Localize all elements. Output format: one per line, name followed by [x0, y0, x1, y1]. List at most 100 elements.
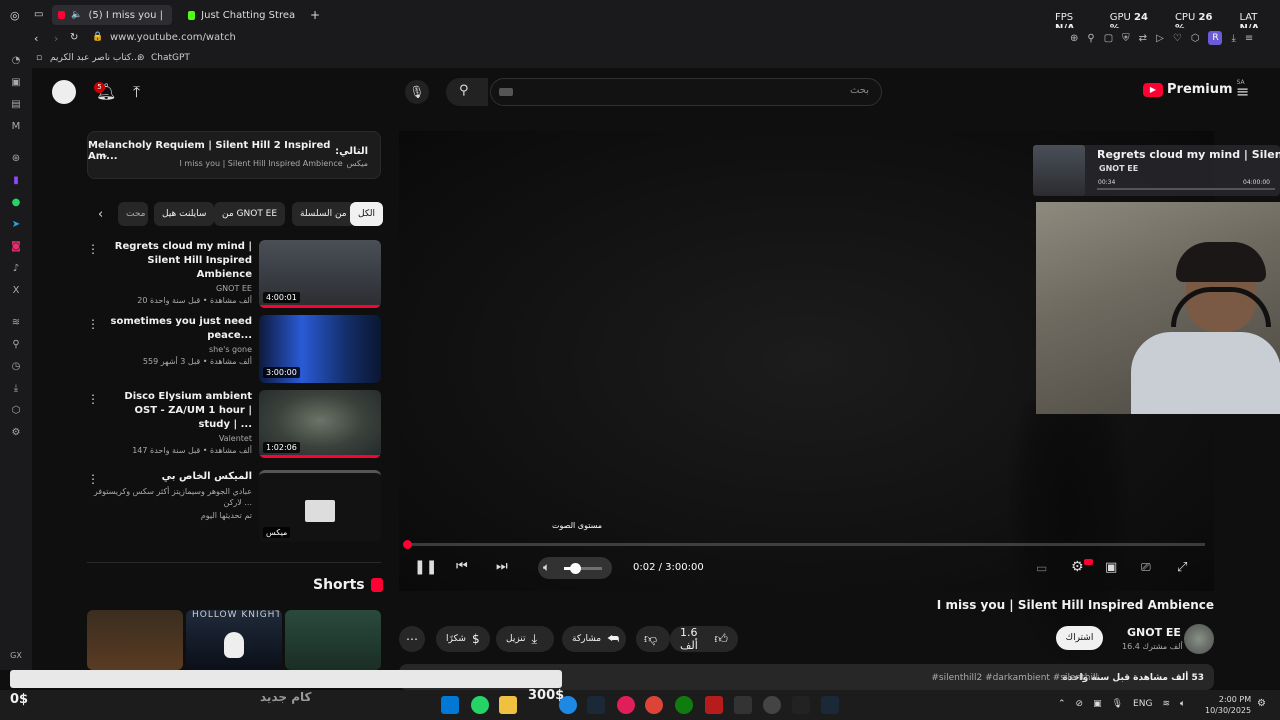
sidebar-wallet-icon[interactable]: ▤	[10, 99, 22, 111]
volume-icon[interactable]: 🔈︎	[543, 560, 550, 575]
extensions-icon[interactable]: ⬡	[1191, 33, 1200, 44]
subtitles-icon[interactable]: ▭	[1036, 561, 1047, 575]
share-button[interactable]: مشاركة ⮪	[562, 626, 626, 652]
upload-icon[interactable]: ⤒	[133, 82, 140, 102]
epic-games-icon[interactable]	[734, 696, 752, 714]
browser-logo-icon[interactable]: ◎	[10, 9, 20, 22]
search-button[interactable]: ⚲	[446, 78, 488, 106]
snapshot-icon[interactable]: ▢	[1104, 33, 1113, 44]
sidebar-history-icon[interactable]: ◔	[10, 55, 22, 67]
rec-thumbnail[interactable]: 1:02:06	[259, 390, 381, 458]
channel-avatar[interactable]	[1184, 624, 1214, 654]
sidebar-clock-icon[interactable]: ◷	[10, 361, 22, 373]
windows-start-icon[interactable]	[441, 696, 459, 714]
sidebar-settings-icon[interactable]: ⚙	[10, 427, 22, 439]
obs-icon[interactable]	[763, 696, 781, 714]
chip-silent-hill[interactable]: سايلنت هيل	[154, 202, 215, 226]
sidebar-download-icon[interactable]: ⤓	[10, 383, 22, 395]
sidebar-x-icon[interactable]: X	[10, 285, 22, 297]
sidebar-tiktok-icon[interactable]: ♪	[10, 263, 22, 275]
more-options-icon[interactable]: ⋮	[87, 317, 99, 331]
fullscreen-icon[interactable]: ⤢	[1177, 560, 1187, 575]
profile-icon[interactable]: R	[1208, 31, 1223, 45]
heart-icon[interactable]: ♡	[1173, 33, 1182, 44]
tab-kick[interactable]: Just Chatting Streaming	[182, 5, 302, 25]
settings-gear-icon[interactable]: ⚙	[1071, 559, 1084, 575]
previous-icon[interactable]: ⏮︎	[456, 559, 468, 574]
chip-all[interactable]: الكل	[350, 202, 384, 226]
clock[interactable]: 2:00 PM 10/30/2025	[1205, 694, 1251, 716]
tab-youtube[interactable]: 🔈 (5) I miss you | Silent	[52, 5, 172, 25]
progress-track[interactable]	[403, 540, 1205, 549]
sidebar-twitch-icon[interactable]: ▮	[10, 175, 22, 187]
chip-from-series[interactable]: من السلسلة	[292, 202, 355, 226]
short-thumbnail[interactable]: HOLLOW KNIGHT	[186, 610, 282, 670]
pause-icon[interactable]: ❚❚	[414, 559, 437, 575]
voice-search-icon[interactable]: 🎙︎	[405, 80, 429, 104]
reload-icon[interactable]: ↻	[70, 32, 78, 43]
hamburger-menu-icon[interactable]: ≡	[1236, 82, 1249, 101]
short-thumbnail[interactable]	[87, 610, 183, 670]
edge-icon[interactable]	[559, 696, 577, 714]
download-icon[interactable]: ⤓	[1231, 33, 1235, 44]
shield-icon[interactable]: ⛨	[1122, 33, 1130, 44]
play-icon[interactable]: ▷	[1156, 33, 1164, 44]
sidebar-telegram-icon[interactable]: ➤	[10, 219, 22, 231]
thanks-button[interactable]: شكرًا $	[436, 626, 490, 652]
sidebar-m-icon[interactable]: M	[10, 121, 22, 133]
rec-thumbnail[interactable]: ميكس	[259, 470, 381, 542]
dislike-button[interactable]: 👎︎	[636, 626, 670, 652]
speaker-icon[interactable]: 🔈︎	[1180, 699, 1185, 709]
steam-icon[interactable]	[587, 696, 605, 714]
rec-thumbnail[interactable]: 3:00:00	[259, 315, 381, 383]
chip-from-channel[interactable]: من GNOT EE	[214, 202, 286, 226]
list-item[interactable]: ⋮ sometimes you just need peace... she's…	[87, 315, 381, 385]
microphone-icon[interactable]: 🎙︎	[1112, 699, 1123, 709]
youtube-premium-logo[interactable]: ▶ Premium SA	[1143, 79, 1245, 97]
short-thumbnail[interactable]	[285, 610, 381, 670]
tray-app-icon[interactable]: ▣	[1093, 699, 1102, 709]
menu-icon[interactable]: ≡	[1245, 33, 1253, 44]
theater-mode-icon[interactable]: ▣	[1105, 560, 1117, 575]
xbox-icon[interactable]	[675, 696, 693, 714]
sidebar-instagram-icon[interactable]: ◙	[10, 241, 22, 253]
more-actions-button[interactable]: ⋯	[399, 626, 425, 652]
sidebar-bag-icon[interactable]: ▣	[10, 77, 22, 89]
language-indicator[interactable]: ENG	[1133, 699, 1152, 709]
sidebar-pin-icon[interactable]: ⚲	[10, 339, 22, 351]
wifi-icon[interactable]: ≋	[1162, 699, 1170, 709]
subscribe-button[interactable]: اشتراك	[1056, 626, 1103, 650]
chevron-up-icon[interactable]: ⌃	[1058, 699, 1066, 709]
download-button[interactable]: تنزيل ⤓	[496, 626, 554, 652]
chrome-icon[interactable]	[645, 696, 663, 714]
file-explorer-icon[interactable]	[499, 696, 517, 714]
bookmark-item[interactable]: ChatGPT	[151, 53, 190, 63]
opera-gx-icon[interactable]	[617, 696, 635, 714]
sidebar-whatsapp-icon[interactable]: ●	[10, 197, 22, 209]
like-button[interactable]: 1.6 ألف 👍︎	[670, 626, 738, 652]
keyboard-icon[interactable]	[499, 88, 513, 96]
list-item[interactable]: ⋮ الميكس الخاص بي عبادي الجوهر وسيمازيتز…	[87, 470, 381, 542]
avatar[interactable]	[52, 80, 76, 104]
channel-name[interactable]: GNOT EE	[1127, 626, 1181, 639]
network-off-icon[interactable]: ⊘	[1076, 699, 1084, 709]
back-icon[interactable]: ‹	[34, 32, 38, 45]
rec-thumbnail[interactable]: 4:00:01	[259, 240, 381, 308]
url-text[interactable]: www.youtube.com/watch	[110, 32, 236, 43]
app-icon[interactable]	[705, 696, 723, 714]
whatsapp-icon[interactable]	[471, 696, 489, 714]
new-tab-icon[interactable]: +	[310, 8, 320, 22]
pin-icon[interactable]: ⚲	[1087, 33, 1094, 44]
list-item[interactable]: ⋮ Regrets cloud my mind | Silent Hill In…	[87, 240, 381, 310]
volume-knob[interactable]	[570, 563, 582, 574]
queue-panel[interactable]: ⌄ التالي: Melancholy Requiem | Silent Hi…	[87, 131, 381, 179]
zoom-icon[interactable]: ⊕	[1070, 33, 1078, 44]
sidebar-spotify-icon[interactable]: ≋	[10, 317, 22, 329]
volume-track[interactable]	[564, 563, 602, 574]
next-icon[interactable]: ⏭︎	[496, 559, 508, 574]
chip-more[interactable]: محت	[118, 202, 148, 226]
bookmark-item[interactable]: كتاب ناصر عبد الكريم...	[50, 53, 140, 63]
steam-2-icon[interactable]	[821, 696, 839, 714]
notification-center-icon[interactable]: ⚙	[1257, 698, 1266, 709]
chevron-left-icon[interactable]: ‹	[98, 207, 103, 222]
